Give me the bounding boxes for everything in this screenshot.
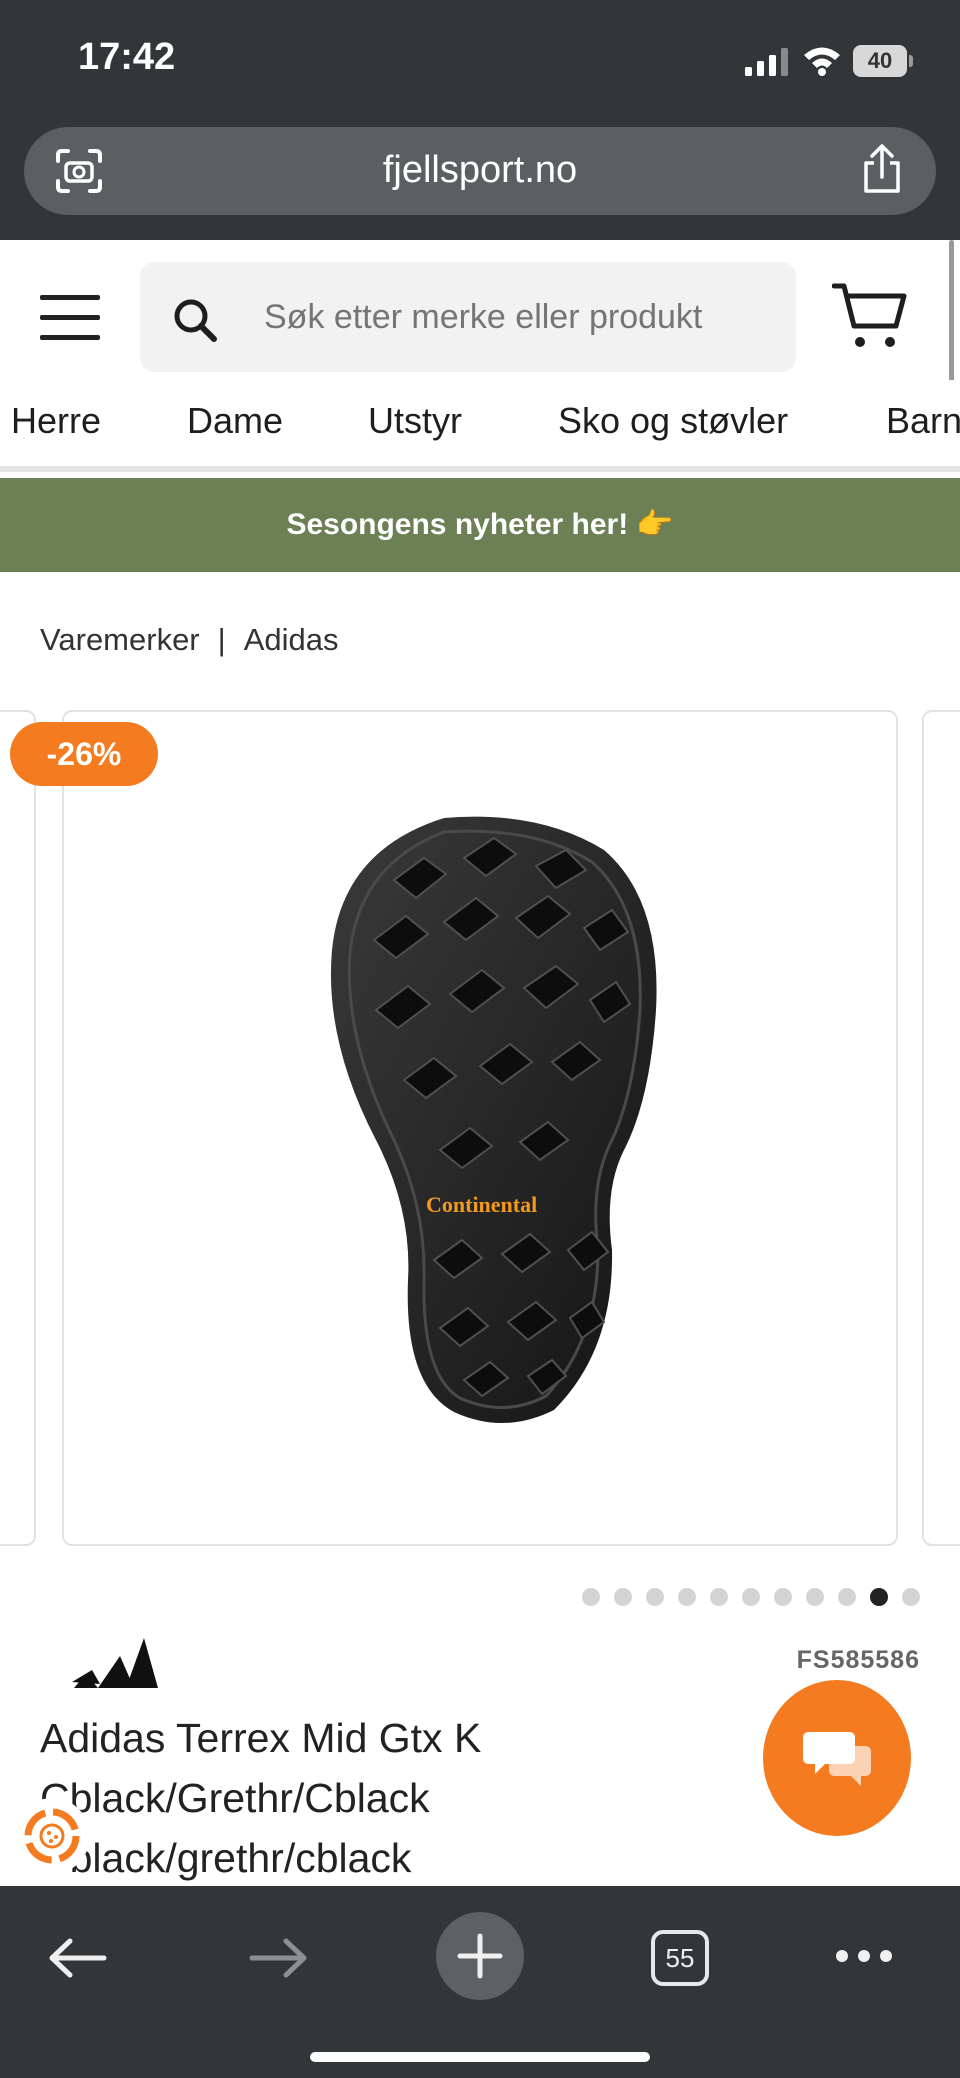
svg-text:Continental: Continental [426, 1192, 537, 1217]
new-tab-button[interactable] [436, 1912, 524, 2000]
gallery-dot[interactable] [742, 1588, 760, 1606]
status-bar: 17:42 40 [0, 0, 960, 125]
nav-item-sko-og-stovler[interactable]: Sko og støvler [558, 400, 788, 442]
wifi-icon [804, 47, 840, 76]
product-image: Continental [330, 816, 657, 1424]
cart-icon[interactable] [832, 280, 908, 352]
discount-badge: -26% [10, 722, 158, 786]
gallery-dot[interactable] [678, 1588, 696, 1606]
pointing-hand-icon: 👉 [636, 508, 674, 541]
nav-item-utstyr[interactable]: Utstyr [368, 400, 462, 442]
breadcrumb-current[interactable]: Adidas [244, 622, 339, 657]
gallery-slide-next[interactable] [922, 710, 960, 1546]
search-input[interactable] [264, 292, 784, 342]
promo-text: Sesongens nyheter her! [286, 508, 629, 541]
gallery-dot[interactable] [646, 1588, 664, 1606]
nav-item-dame[interactable]: Dame [187, 400, 283, 442]
battery-icon: 40 [853, 45, 913, 77]
chat-button[interactable] [763, 1680, 911, 1836]
more-icon[interactable] [834, 1948, 894, 1964]
browser-top-bar: fjellsport.no [0, 125, 960, 240]
promo-banner[interactable]: Sesongens nyheter her! 👉 [0, 478, 960, 572]
product-gallery[interactable]: Continental [0, 710, 960, 1546]
gallery-slide-main[interactable]: Continental [62, 710, 898, 1546]
gallery-dot[interactable] [774, 1588, 792, 1606]
main-nav: Herre Dame Utstyr Sko og støvler Barn [0, 380, 960, 472]
gallery-dot[interactable] [614, 1588, 632, 1606]
gallery-dot[interactable] [902, 1588, 920, 1606]
signal-icon [745, 48, 788, 76]
plus-icon [457, 1933, 503, 1979]
product-title-line: Adidas Terrex Mid Gtx K [40, 1715, 482, 1761]
forward-arrow-icon[interactable] [246, 1936, 310, 1980]
breadcrumb-separator: | [217, 622, 226, 657]
tabs-button[interactable]: 55 [651, 1930, 709, 1986]
product-title: Adidas Terrex Mid Gtx K Cblack/Grethr/Cb… [40, 1708, 600, 1888]
gallery-dot[interactable] [870, 1588, 888, 1606]
search-icon [174, 299, 217, 342]
cookie-settings-button[interactable] [14, 1798, 90, 1874]
search-box[interactable] [140, 262, 796, 372]
breadcrumb: Varemerker | Adidas [40, 622, 339, 658]
product-sku: FS585586 [796, 1646, 920, 1674]
gallery-dot[interactable] [582, 1588, 600, 1606]
status-time: 17:42 [78, 36, 176, 78]
gallery-dot[interactable] [710, 1588, 728, 1606]
browser-toolbar: 55 [0, 1886, 960, 2078]
adidas-logo [72, 1638, 158, 1688]
battery-level: 40 [853, 45, 907, 77]
share-icon[interactable] [860, 143, 904, 195]
nav-item-barn[interactable]: Barn [886, 400, 960, 442]
gallery-dot[interactable] [838, 1588, 856, 1606]
site-header [0, 240, 960, 380]
nav-item-herre[interactable]: Herre [11, 400, 101, 442]
gallery-dot[interactable] [806, 1588, 824, 1606]
product-title-line: Cblack/grethr/cblack [40, 1835, 412, 1881]
back-arrow-icon[interactable] [46, 1936, 110, 1980]
home-indicator[interactable] [310, 2052, 650, 2062]
product-title-line: Cblack/Grethr/Cblack [40, 1775, 430, 1821]
url-bar[interactable]: fjellsport.no [24, 127, 936, 215]
page-scrollbar[interactable] [949, 240, 954, 400]
menu-icon[interactable] [40, 295, 100, 343]
chat-icon [803, 1732, 871, 1786]
cookie-icon [24, 1808, 80, 1864]
gallery-slide-prev[interactable] [0, 710, 36, 1546]
breadcrumb-parent[interactable]: Varemerker [40, 622, 200, 657]
url-text: fjellsport.no [382, 149, 578, 191]
